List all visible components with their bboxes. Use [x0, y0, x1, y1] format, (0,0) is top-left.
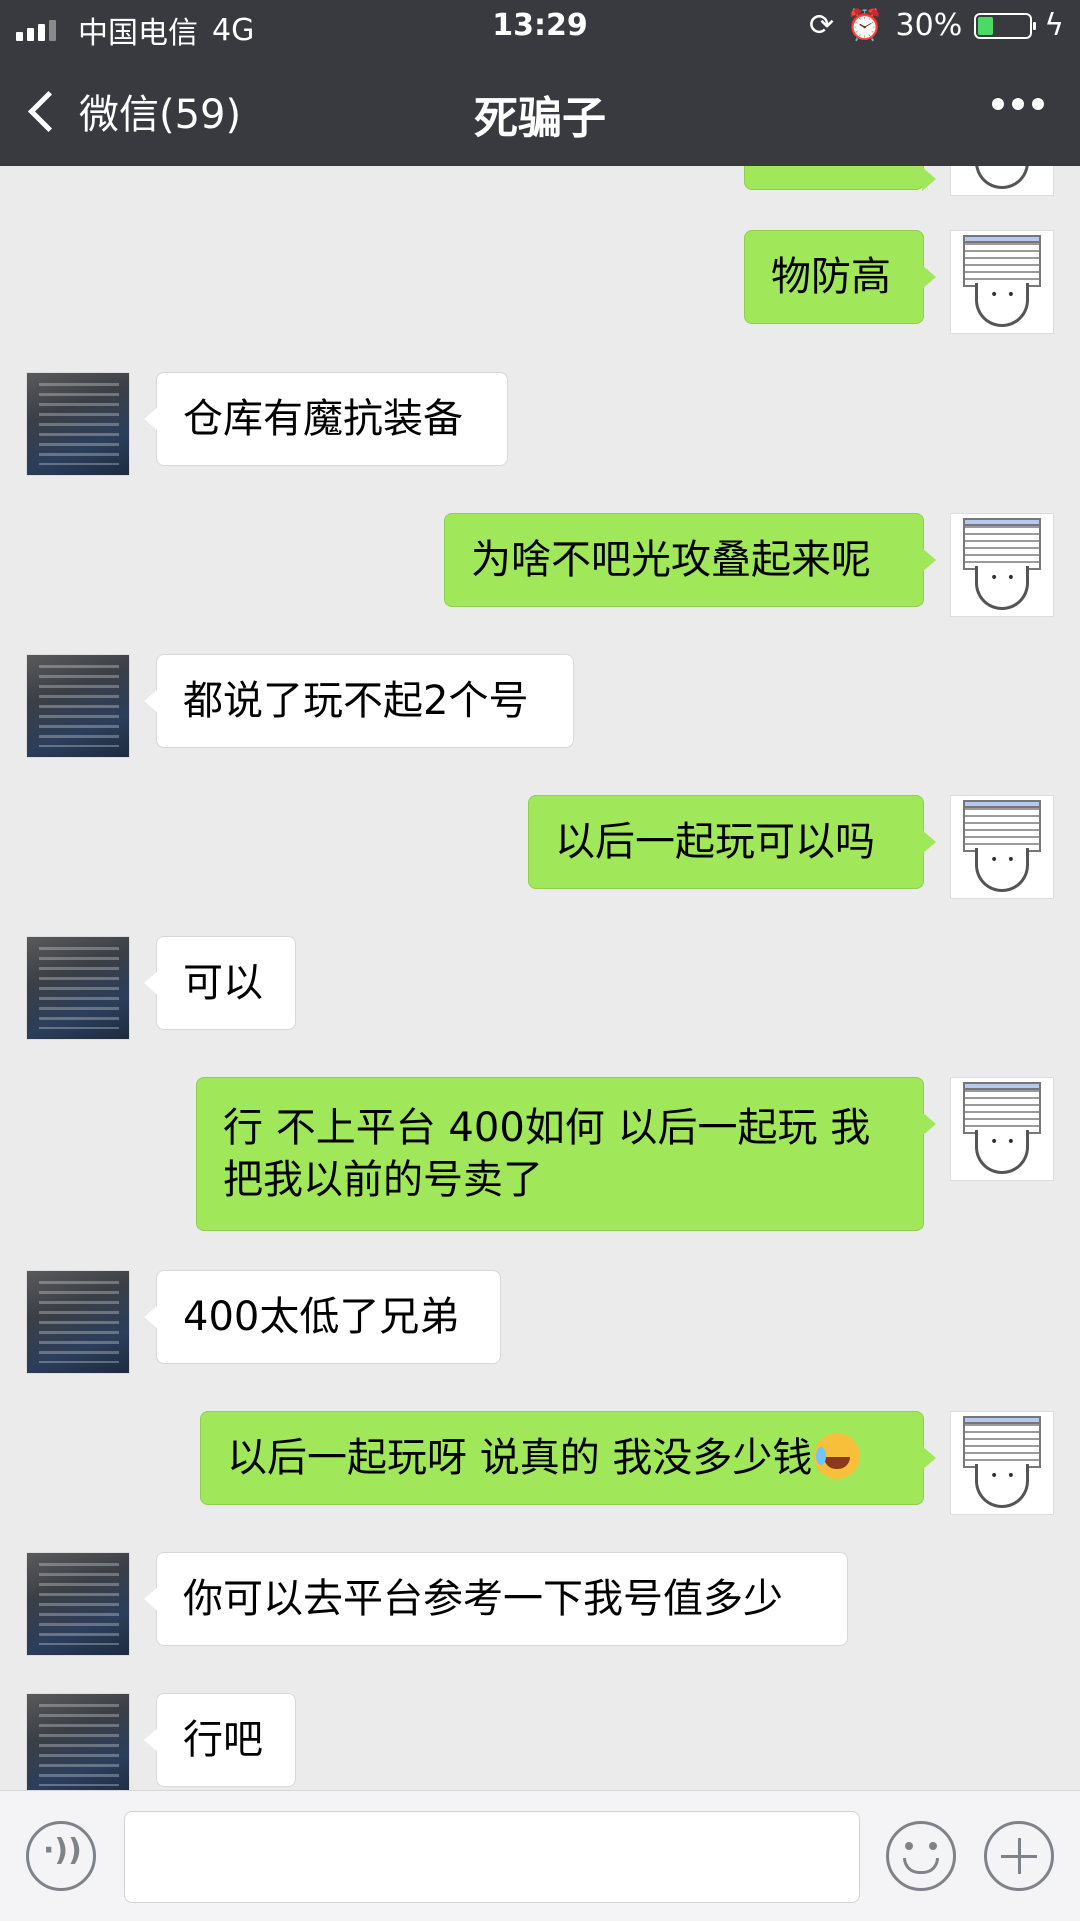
my-avatar[interactable]: [950, 513, 1054, 617]
message-bubble-them[interactable]: 都说了玩不起2个号: [144, 654, 574, 748]
plus-icon[interactable]: [984, 1821, 1054, 1891]
message-bubble-them[interactable]: 可以: [144, 936, 296, 1030]
top-bar: 中国电信 4G 13:29 ⟳ ⏰ 30% ϟ 微信(59) 死骗子: [0, 0, 1080, 166]
message-bubble-them[interactable]: 你可以去平台参考一下我号值多少: [144, 1552, 848, 1646]
voice-icon[interactable]: [26, 1821, 96, 1891]
battery-percent: 30%: [895, 8, 963, 43]
my-avatar[interactable]: [950, 1411, 1054, 1515]
my-avatar[interactable]: [950, 166, 1054, 196]
my-avatar[interactable]: [950, 1077, 1054, 1181]
battery-icon: [974, 12, 1037, 39]
message-bubble-me[interactable]: 以后一起玩可以吗: [528, 795, 936, 889]
contact-avatar[interactable]: [26, 654, 130, 758]
contact-avatar[interactable]: [26, 372, 130, 476]
my-avatar[interactable]: [950, 795, 1054, 899]
input-bar: [0, 1790, 1080, 1921]
contact-avatar[interactable]: [26, 1693, 130, 1790]
status-bar: 中国电信 4G 13:29 ⟳ ⏰ 30% ϟ: [0, 0, 1080, 54]
contact-avatar[interactable]: [26, 936, 130, 1040]
message-bubble-me[interactable]: [744, 166, 936, 191]
nav-bar: 微信(59) 死骗子: [0, 60, 1080, 160]
message-bubble-them[interactable]: 行吧: [144, 1693, 296, 1787]
message-bubble-them[interactable]: 400太低了兄弟: [144, 1270, 501, 1364]
chat-title: 死骗子: [474, 93, 606, 144]
crying-laughing-emoji-icon: [814, 1433, 861, 1479]
alarm-icon: ⏰: [846, 8, 884, 43]
message-bubble-me[interactable]: 物防高: [744, 230, 936, 324]
contact-avatar[interactable]: [26, 1270, 130, 1374]
contact-avatar[interactable]: [26, 1552, 130, 1656]
message-bubble-me[interactable]: 为啥不吧光攻叠起来呢: [444, 513, 936, 607]
message-bubble-them[interactable]: 仓库有魔抗装备: [144, 372, 508, 466]
message-input[interactable]: [124, 1811, 860, 1903]
rotation-lock-icon: ⟳: [809, 8, 835, 43]
emoji-icon[interactable]: [886, 1821, 956, 1891]
chat-area[interactable]: 物防高 仓库有魔抗装备 为啥不吧光攻叠起来呢 都说了玩不起2个号 以后一起玩可以…: [0, 166, 1080, 1790]
my-avatar[interactable]: [950, 230, 1054, 334]
message-bubble-me[interactable]: 行 不上平台 400如何 以后一起玩 我把我以前的号卖了: [196, 1077, 936, 1231]
message-text: 以后一起玩呀 说真的 我没多少钱: [227, 1435, 813, 1481]
message-bubble-me[interactable]: 以后一起玩呀 说真的 我没多少钱: [200, 1411, 936, 1505]
battery-level: [978, 16, 994, 35]
charging-icon: ϟ: [1044, 8, 1064, 43]
more-button[interactable]: [992, 98, 1044, 110]
